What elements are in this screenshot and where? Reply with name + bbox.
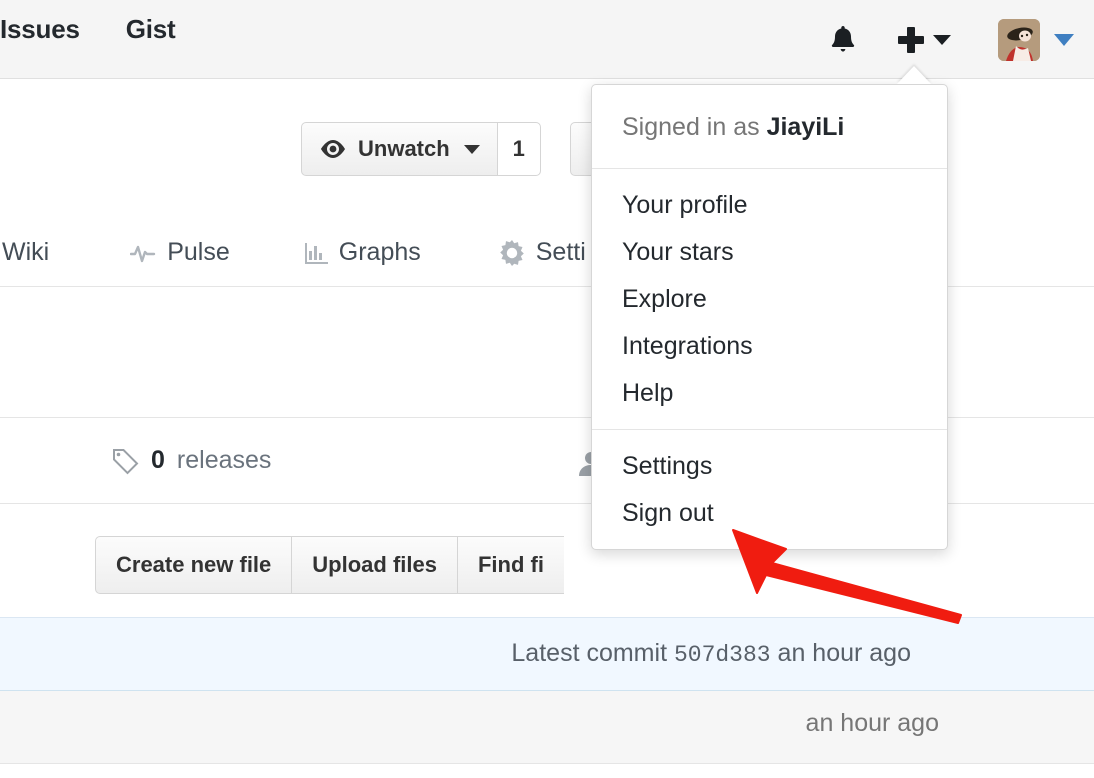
dropdown-section-account: Settings Sign out (592, 429, 947, 549)
tab-pulse-label: Pulse (167, 238, 230, 266)
eye-icon (321, 140, 345, 158)
commit-time: an hour ago (777, 639, 911, 667)
dropdown-notch (897, 66, 931, 84)
upload-files-button[interactable]: Upload files (291, 536, 457, 594)
watch-button-group: Unwatch 1 (301, 122, 541, 176)
nav-gist[interactable]: Gist (126, 16, 176, 42)
global-nav: Issues Gist (0, 16, 176, 42)
notifications-button[interactable] (828, 24, 858, 56)
signed-in-username: JiayiLi (766, 113, 845, 141)
tag-icon (113, 448, 139, 474)
page-bottom-area (0, 764, 1094, 778)
menu-help[interactable]: Help (592, 370, 947, 417)
tab-settings[interactable]: Setti (499, 238, 586, 267)
unwatch-button-label: Unwatch (358, 136, 450, 161)
tab-wiki-label: Wiki (2, 238, 50, 266)
tab-wiki[interactable]: Wiki (2, 238, 49, 267)
chevron-down-icon (933, 34, 951, 45)
releases-stat[interactable]: 0 releases (111, 446, 271, 475)
latest-commit-bar: Latest commit 507d383 an hour ago (0, 617, 1094, 691)
avatar[interactable] (998, 18, 1040, 61)
header-actions (828, 0, 1074, 79)
nav-issues[interactable]: Issues (0, 16, 80, 42)
profile-dropdown-menu: Signed in as JiayiLi Your profile Your s… (591, 84, 948, 550)
commit-sha[interactable]: 507d383 (674, 642, 771, 668)
plus-icon (898, 26, 924, 53)
gear-icon (499, 239, 524, 266)
profile-dropdown-caret-icon[interactable] (1054, 33, 1074, 46)
menu-your-stars[interactable]: Your stars (592, 229, 947, 276)
user-avatar-image (998, 18, 1040, 61)
dropdown-section-primary: Your profile Your stars Explore Integrat… (592, 169, 947, 429)
tab-pulse[interactable]: Pulse (130, 238, 230, 267)
find-file-button[interactable]: Find fi (456, 536, 564, 594)
tab-graphs-label: Graphs (338, 238, 421, 266)
menu-settings[interactable]: Settings (592, 443, 947, 490)
releases-count: 0 (151, 446, 165, 474)
tab-settings-label: Setti (535, 238, 586, 266)
menu-explore[interactable]: Explore (592, 276, 947, 323)
menu-sign-out[interactable]: Sign out (592, 490, 947, 537)
file-actions-button-group: Create new file Upload files Find fi (95, 536, 564, 594)
file-row-time: an hour ago (805, 709, 939, 737)
watch-count[interactable]: 1 (496, 122, 541, 176)
create-new-button[interactable] (898, 26, 951, 53)
menu-integrations[interactable]: Integrations (592, 323, 947, 370)
latest-commit-text: Latest commit 507d383 an hour ago (511, 639, 911, 668)
signed-in-header: Signed in as JiayiLi (592, 85, 947, 169)
latest-commit-prefix: Latest commit (511, 639, 668, 667)
pulse-icon (130, 245, 156, 262)
menu-your-profile[interactable]: Your profile (592, 182, 947, 229)
bell-icon (831, 25, 855, 52)
create-new-file-button[interactable]: Create new file (95, 536, 292, 594)
releases-label: releases (176, 446, 272, 474)
graph-icon (304, 242, 328, 264)
file-list-row: an hour ago (0, 691, 1094, 764)
tab-graphs[interactable]: Graphs (304, 238, 421, 267)
chevron-down-icon (463, 144, 480, 154)
unwatch-button[interactable]: Unwatch (301, 122, 497, 176)
signed-in-prefix: Signed in as (622, 113, 760, 141)
